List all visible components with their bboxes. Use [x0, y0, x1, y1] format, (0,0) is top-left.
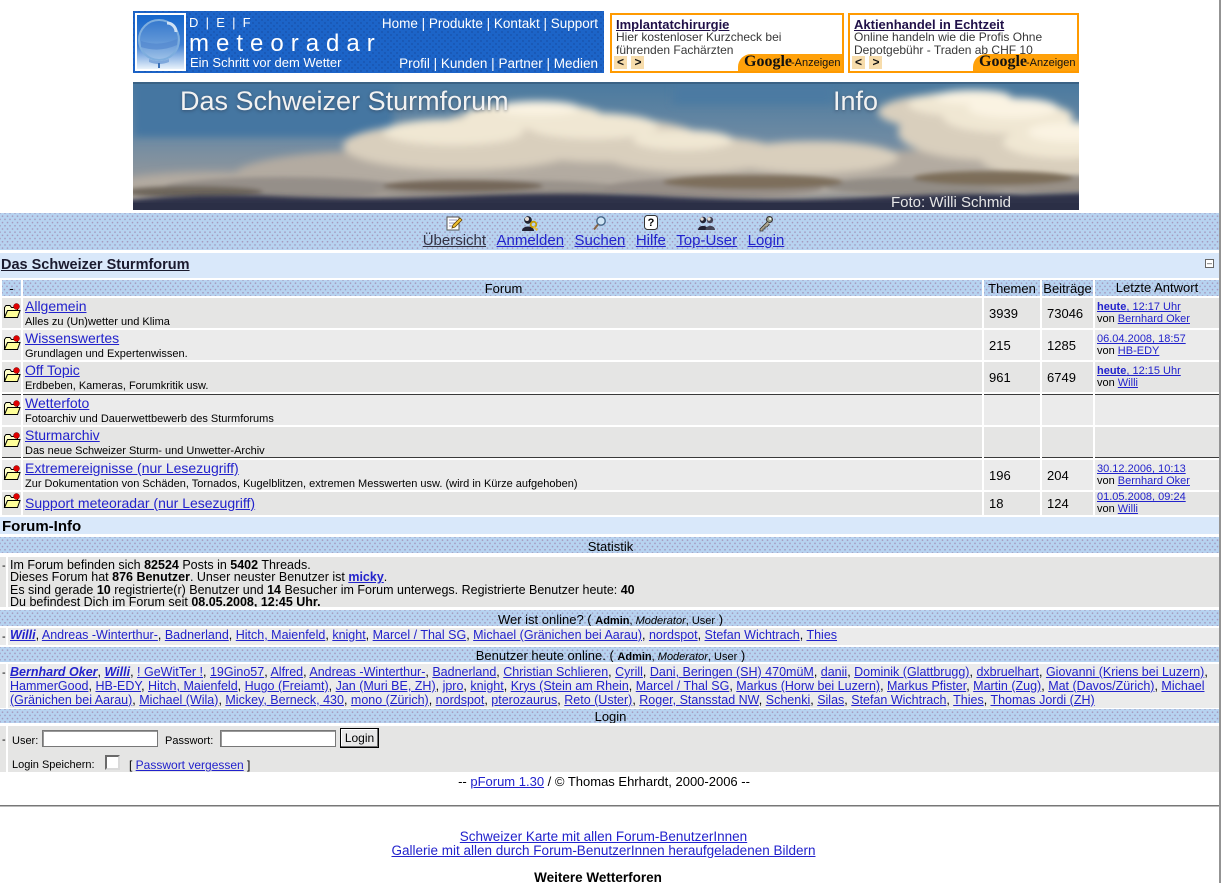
svg-text:?: ?	[647, 217, 654, 229]
